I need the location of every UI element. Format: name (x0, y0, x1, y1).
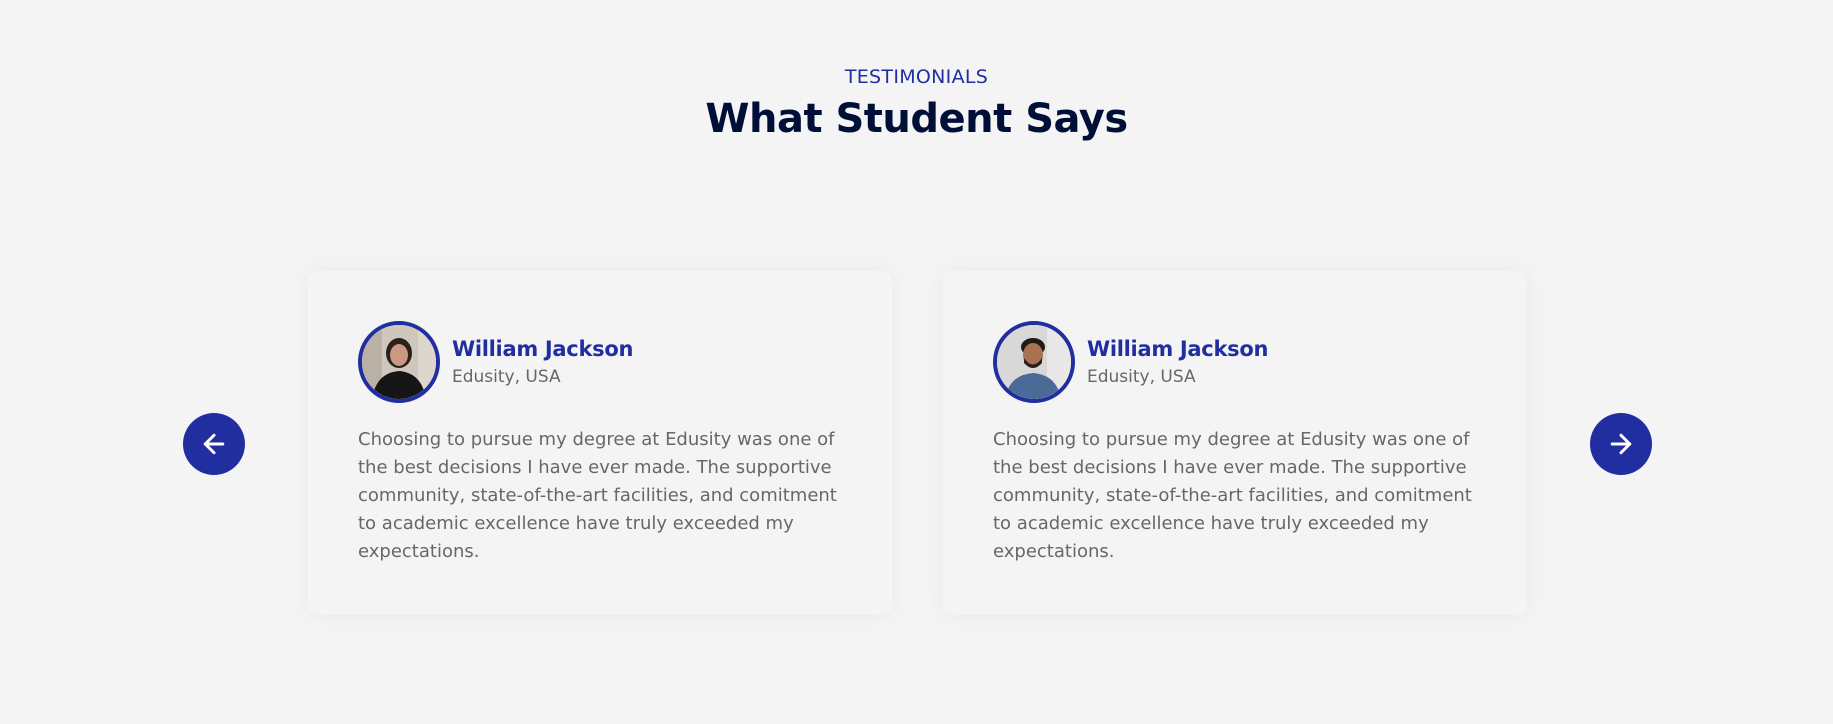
testimonial-user: William Jackson Edusity, USA (358, 321, 633, 403)
testimonial-card: William Jackson Edusity, USA Choosing to… (308, 271, 892, 615)
testimonial-slider: William Jackson Edusity, USA Choosing to… (0, 0, 1833, 724)
arrow-right-icon (1610, 433, 1632, 455)
testimonial-name: William Jackson (452, 337, 634, 361)
testimonial-location: Edusity, USA (452, 367, 561, 387)
testimonial-user-info: William Jackson Edusity, USA (1087, 337, 1268, 387)
testimonial-quote: Choosing to pursue my degree at Edusity … (358, 429, 837, 562)
avatar (993, 321, 1075, 403)
testimonial-quote: Choosing to pursue my degree at Edusity … (993, 429, 1472, 562)
testimonial-name: William Jackson (1087, 337, 1269, 361)
next-button[interactable] (1590, 413, 1652, 475)
testimonial-user-info: William Jackson Edusity, USA (452, 337, 633, 387)
female-student-photo (362, 325, 436, 399)
testimonial-card: William Jackson Edusity, USA Choosing to… (943, 271, 1527, 615)
testimonial-location: Edusity, USA (1087, 367, 1196, 387)
avatar (358, 321, 440, 403)
male-student-photo (997, 325, 1071, 399)
arrow-left-icon (203, 433, 225, 455)
testimonial-user: William Jackson Edusity, USA (993, 321, 1268, 403)
previous-button[interactable] (183, 413, 245, 475)
